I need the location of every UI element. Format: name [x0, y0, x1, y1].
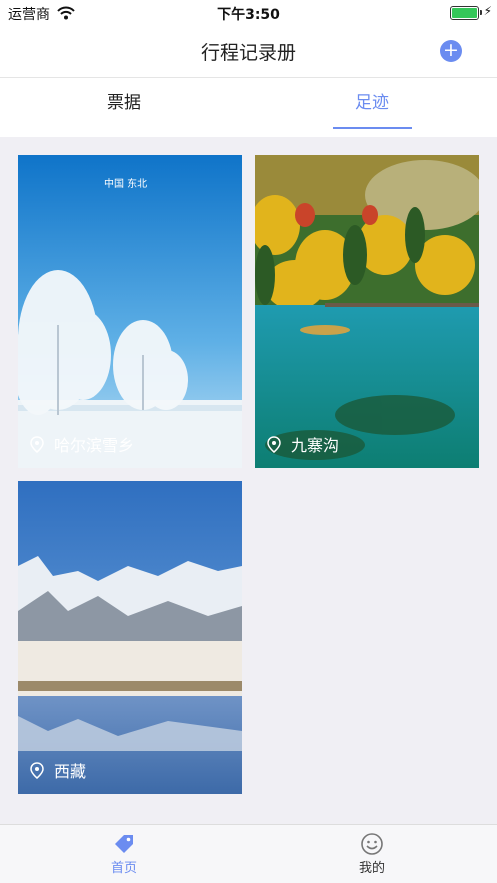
location-label: 西藏 — [30, 758, 86, 782]
smiley-icon — [361, 833, 383, 855]
tabbar-label-home: 首页 — [110, 861, 137, 876]
add-button[interactable]: + — [440, 40, 462, 62]
location-label: 哈尔滨雪乡 — [30, 432, 134, 456]
page-title: 行程记录册 — [200, 42, 296, 64]
segment-tabs: 票据 足迹 — [0, 78, 497, 137]
footprint-grid: 中国 东北 哈尔滨雪乡 九寨沟 西藏 — [0, 137, 497, 824]
tabbar-label-mine: 我的 — [358, 861, 385, 876]
battery-tip — [480, 10, 482, 15]
navigation-bar: 行程记录册 + — [0, 26, 497, 78]
location-name: 哈尔滨雪乡 — [54, 436, 135, 455]
bottom-tab-bar: 首页 我的 — [0, 824, 497, 883]
clock: 下午3:50 — [217, 7, 280, 23]
tabbar-item-mine[interactable]: 我的 — [312, 831, 432, 876]
charging-icon: ⚡ — [483, 4, 492, 18]
location-pin-icon — [30, 435, 44, 453]
footprint-card-tibet[interactable]: 西藏 — [18, 481, 242, 794]
tibet-photo — [18, 481, 242, 794]
location-label: 九寨沟 — [267, 432, 339, 456]
tab-tickets[interactable]: 票据 — [0, 78, 248, 137]
jiuzhaigou-photo — [255, 155, 479, 468]
footprint-card-jiuzhaigou[interactable]: 九寨沟 — [255, 155, 479, 468]
location-pin-icon — [30, 761, 44, 779]
battery-icon — [450, 6, 479, 20]
location-name: 西藏 — [54, 762, 87, 781]
plus-circle-icon: + — [443, 39, 459, 61]
location-name: 九寨沟 — [291, 436, 340, 455]
tab-indicator — [333, 127, 412, 129]
location-pin-icon — [267, 435, 281, 453]
footprint-card-harbin[interactable]: 中国 东北 哈尔滨雪乡 — [18, 155, 242, 468]
tabbar-item-home[interactable]: 首页 — [64, 831, 184, 876]
status-bar: 运营商 下午3:50 ⚡ — [0, 0, 497, 26]
photo-watermark: 中国 东北 — [104, 177, 147, 190]
snow-village-photo: 中国 东北 — [18, 155, 242, 468]
tag-icon — [115, 835, 133, 853]
